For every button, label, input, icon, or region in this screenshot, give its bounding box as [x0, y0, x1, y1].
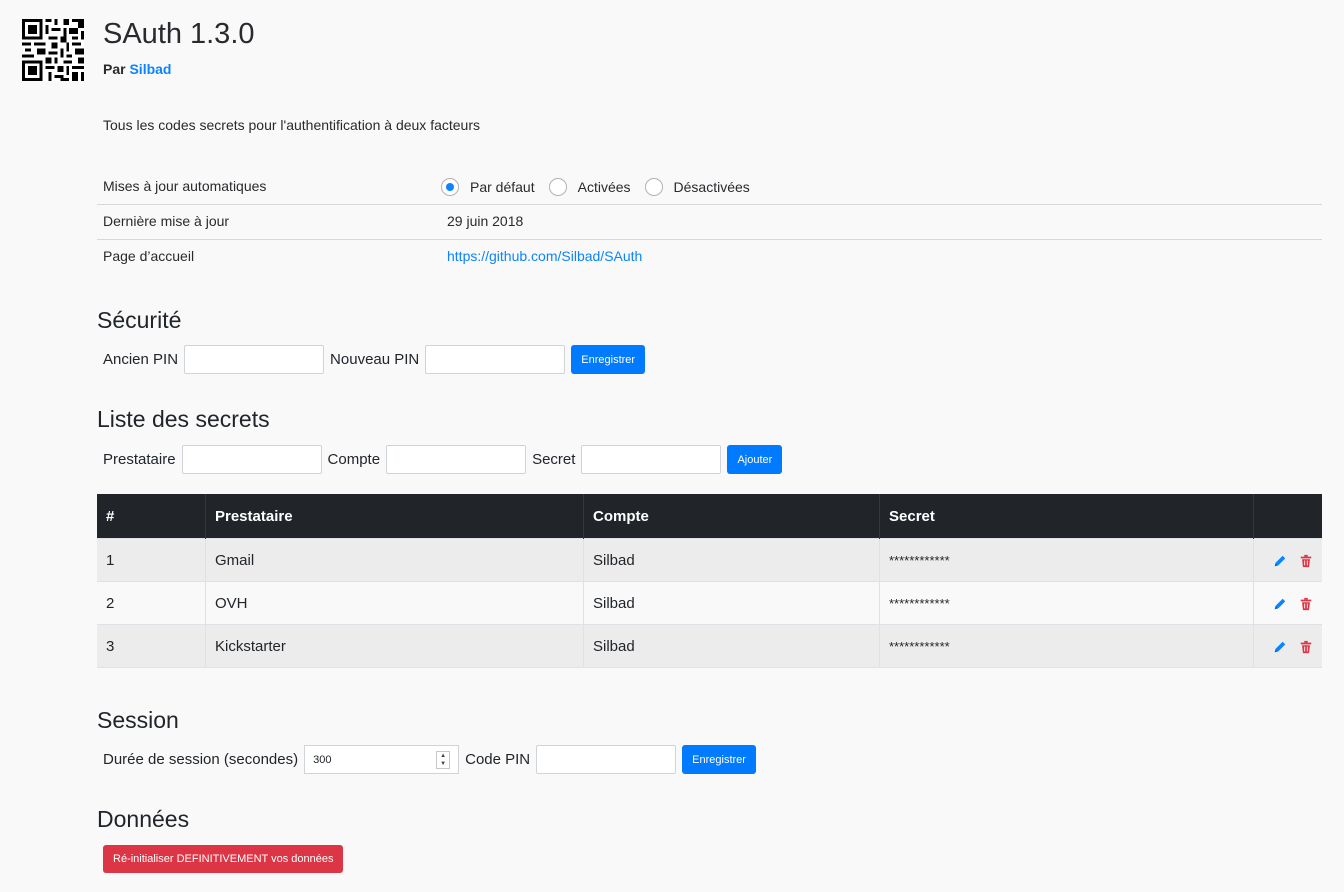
table-row: 2 OVH Silbad ************ [97, 581, 1322, 625]
row-actions [1253, 624, 1322, 668]
homepage-label: Page d’accueil [103, 248, 195, 264]
security-form: Ancien PIN Nouveau PIN Enregistrer [103, 345, 646, 374]
old-pin-input[interactable] [184, 345, 325, 374]
security-save-button[interactable]: Enregistrer [571, 345, 646, 374]
auto-updates-row: Mises à jour automatiques Par défaut Act… [97, 169, 1322, 205]
session-duration-stepper[interactable]: 300 ▲ ▼ [304, 745, 460, 774]
security-heading: Sécurité [97, 307, 182, 333]
secrets-heading: Liste des secrets [97, 406, 270, 432]
addon-description: Tous les codes secrets pour l'authentifi… [103, 117, 480, 133]
qr-code-logo [22, 19, 84, 81]
new-pin-label: Nouveau PIN [330, 351, 420, 368]
secret-label: Secret [532, 451, 576, 468]
row-account: Silbad [583, 624, 880, 668]
radio-enabled[interactable] [548, 177, 567, 196]
row-number: 3 [97, 624, 206, 668]
secret-input[interactable] [581, 445, 722, 474]
session-form: Durée de session (secondes) 300 ▲ ▼ Code… [103, 745, 756, 774]
radio-default[interactable] [441, 177, 459, 196]
old-pin-label: Ancien PIN [103, 351, 179, 368]
add-secret-form: Prestataire Compte Secret Ajouter [103, 445, 783, 474]
delete-trash-icon[interactable] [1299, 639, 1313, 655]
row-provider: Kickstarter [205, 624, 584, 668]
provider-label: Prestataire [103, 451, 176, 468]
radio-default-label[interactable]: Par défaut [470, 179, 535, 195]
table-row: 1 Gmail Silbad ************ [97, 538, 1322, 582]
row-secret: ************ [879, 624, 1254, 668]
author-link[interactable]: Silbad [129, 61, 171, 77]
session-pin-label: Code PIN [465, 751, 531, 768]
data-heading: Données [97, 806, 190, 832]
addon-title: SAuth 1.3.0 [103, 18, 255, 51]
row-secret: ************ [879, 538, 1254, 582]
homepage-link[interactable]: https://github.com/Silbad/SAuth [447, 248, 642, 264]
session-pin-input[interactable] [536, 745, 677, 774]
row-number: 2 [97, 581, 206, 625]
col-header-provider: Prestataire [205, 494, 584, 539]
auto-updates-label: Mises à jour automatiques [103, 178, 267, 194]
radio-enabled-label[interactable]: Activées [578, 179, 631, 195]
data-form: Ré-initialiser DEFINITIVEMENT vos donnée… [103, 845, 344, 873]
session-heading: Session [97, 707, 179, 733]
add-secret-button[interactable]: Ajouter [727, 445, 783, 474]
delete-trash-icon[interactable] [1299, 596, 1313, 612]
last-update-value: 29 juin 2018 [447, 213, 524, 229]
addon-version: 1.3.0 [190, 18, 255, 50]
auto-updates-radio-group: Par défaut Activées Désactivées [441, 169, 764, 204]
last-update-row: Dernière mise à jour 29 juin 2018 [97, 204, 1322, 240]
col-header-account: Compte [583, 494, 880, 539]
stepper-down-icon[interactable]: ▼ [437, 760, 449, 768]
secrets-table: # Prestataire Compte Secret 1 Gmail Silb… [97, 494, 1322, 668]
col-header-actions [1253, 494, 1322, 539]
row-account: Silbad [583, 581, 880, 625]
addon-name: SAuth [103, 18, 182, 50]
row-provider: Gmail [205, 538, 584, 582]
row-actions [1253, 581, 1322, 625]
row-actions [1253, 538, 1322, 582]
radio-disabled-label[interactable]: Désactivées [674, 179, 750, 195]
stepper-up-icon[interactable]: ▲ [437, 752, 449, 760]
edit-pencil-icon[interactable] [1273, 639, 1287, 655]
new-pin-input[interactable] [425, 345, 566, 374]
edit-pencil-icon[interactable] [1273, 553, 1287, 569]
row-number: 1 [97, 538, 206, 582]
table-header-row: # Prestataire Compte Secret [97, 494, 1322, 539]
session-duration-value: 300 [313, 753, 332, 766]
last-update-label: Dernière mise à jour [103, 213, 230, 229]
author-prefix: Par [103, 61, 126, 77]
account-input[interactable] [386, 445, 527, 474]
row-account: Silbad [583, 538, 880, 582]
radio-disabled[interactable] [644, 177, 663, 196]
session-save-button[interactable]: Enregistrer [682, 745, 756, 774]
edit-pencil-icon[interactable] [1273, 596, 1287, 612]
table-row: 3 Kickstarter Silbad ************ [97, 624, 1322, 668]
addon-author: Par Silbad [103, 61, 171, 77]
row-secret: ************ [879, 581, 1254, 625]
delete-trash-icon[interactable] [1299, 553, 1313, 569]
reset-data-button[interactable]: Ré-initialiser DEFINITIVEMENT vos donnée… [103, 845, 344, 873]
stepper-arrows[interactable]: ▲ ▼ [436, 751, 451, 769]
session-duration-label: Durée de session (secondes) [103, 751, 299, 768]
col-header-number: # [97, 494, 206, 539]
row-provider: OVH [205, 581, 584, 625]
account-label: Compte [327, 451, 381, 468]
provider-input[interactable] [181, 445, 322, 474]
homepage-row: Page d’accueil https://github.com/Silbad… [97, 239, 1322, 274]
col-header-secret: Secret [879, 494, 1254, 539]
